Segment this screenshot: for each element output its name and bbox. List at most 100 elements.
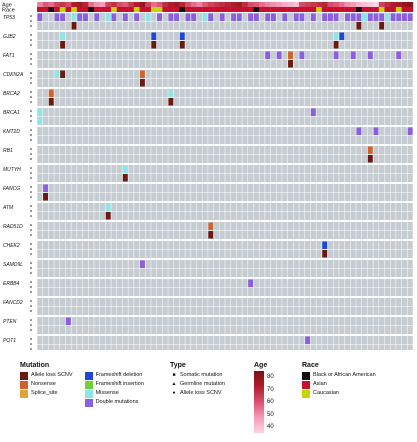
mutation-cell	[60, 41, 66, 49]
age-cell	[242, 2, 248, 7]
race-cell	[42, 7, 49, 12]
race-cell	[395, 7, 402, 12]
mutation-cell	[191, 13, 197, 21]
row-dot	[30, 177, 32, 179]
legend-race: Race Black or African American Asian Cau…	[302, 362, 376, 398]
race-cell	[59, 7, 66, 12]
age-cell	[247, 2, 254, 7]
mutation-cell	[396, 13, 402, 21]
race-cell	[133, 7, 140, 12]
race-cell	[48, 7, 55, 12]
mutation-cell	[157, 13, 162, 21]
mutation-cell	[350, 13, 356, 21]
track-label-race: Race	[2, 8, 15, 14]
age-cell	[93, 2, 100, 7]
mutation-cell	[310, 108, 316, 116]
mutation-cell	[111, 13, 117, 21]
row-dot	[30, 286, 32, 288]
row-dot	[30, 253, 32, 255]
race-cell	[299, 7, 305, 12]
age-gradient-bar	[254, 371, 264, 433]
row-dot	[30, 291, 32, 293]
row-dot	[30, 191, 32, 193]
race-cell	[196, 7, 203, 12]
race-cell	[356, 7, 362, 12]
race-cell	[253, 7, 260, 12]
legend-type: Type ■ Somatic mutation ▲ Germline mutatio…	[170, 362, 225, 398]
mutation-cell	[54, 70, 60, 78]
row-dot	[30, 153, 32, 155]
mutation-cell	[236, 13, 242, 21]
race-cell	[105, 7, 112, 12]
mutation-cell	[407, 127, 413, 135]
mutation-cell	[333, 32, 339, 40]
row-dot	[30, 229, 32, 231]
row-dot	[30, 129, 32, 131]
mutation-cell	[231, 13, 236, 21]
race-cell	[338, 7, 345, 12]
age-cell	[128, 2, 135, 7]
row-dot	[30, 272, 32, 274]
race-cell	[76, 7, 83, 12]
legend-item-black: Black or African American	[302, 371, 376, 380]
age-cell	[361, 2, 368, 7]
legend-item-asian: Asian	[302, 380, 376, 389]
age-cell	[230, 2, 237, 7]
mutation-cell	[145, 13, 151, 21]
mutation-cell	[105, 212, 111, 220]
age-cell	[116, 2, 123, 7]
mutation-cell	[356, 13, 362, 21]
mutation-cell	[305, 336, 311, 344]
race-cell	[65, 7, 72, 12]
gene-label-samd9l: SAMD9L	[3, 262, 23, 268]
age-cell	[281, 2, 288, 7]
age-cell	[390, 2, 397, 7]
race-cell	[230, 7, 237, 12]
mutation-cell	[43, 184, 48, 192]
race-cell	[264, 7, 271, 12]
mutation-cell	[367, 13, 373, 21]
mutation-cell	[179, 41, 185, 49]
row-dot	[30, 91, 32, 93]
mutation-cell	[253, 13, 259, 21]
row-dot	[30, 34, 32, 36]
age-cell	[316, 2, 323, 7]
age-cell	[196, 2, 203, 7]
row-dot	[30, 300, 32, 302]
gene-label-tp53: TP53	[3, 15, 15, 21]
age-cell	[259, 2, 266, 7]
row-dot	[30, 39, 32, 41]
age-cell	[207, 2, 214, 7]
mutation-cell	[373, 13, 379, 21]
race-cell	[168, 7, 174, 12]
row-dot	[30, 58, 32, 60]
age-cell	[122, 2, 129, 7]
swatch-allele-loss	[20, 371, 28, 380]
circle-glyph: ●	[172, 390, 176, 396]
mutation-cell	[402, 13, 407, 21]
race-cell	[304, 7, 311, 12]
race-cell	[281, 7, 288, 12]
mutation-cell	[310, 13, 316, 21]
mutation-cell	[299, 51, 305, 59]
race-cell	[54, 7, 60, 12]
race-cell	[88, 7, 95, 12]
mutation-cell	[390, 13, 396, 21]
mutation-cell	[322, 13, 328, 21]
age-cell	[384, 2, 391, 7]
race-cell	[247, 7, 254, 12]
row-dot	[30, 319, 32, 321]
age-cell	[156, 2, 163, 7]
swatch-nonsense	[20, 380, 28, 389]
age-cell	[276, 2, 283, 7]
row-dot	[30, 120, 32, 122]
legend-item-frameshift-insertion: Frameshift insertion	[84, 380, 144, 389]
race-cell	[219, 7, 226, 12]
gene-label-gjb2: GJB2	[3, 34, 16, 40]
mutation-cell	[379, 13, 385, 21]
race-cell	[361, 7, 368, 12]
race-cell	[162, 7, 169, 12]
mutation-cell	[60, 13, 66, 21]
mutation-cell	[333, 41, 339, 49]
age-cell	[236, 2, 243, 7]
